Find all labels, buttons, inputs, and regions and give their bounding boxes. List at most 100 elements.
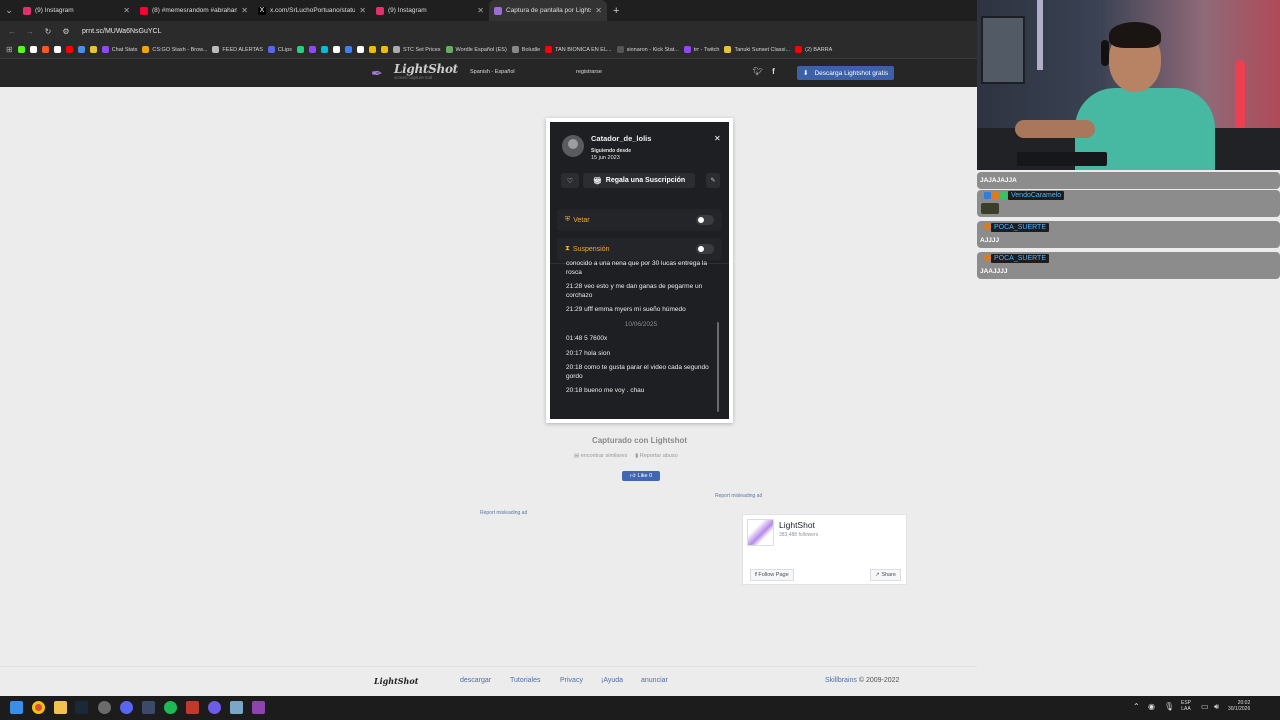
- footer-link-advertise[interactable]: anunciar: [641, 677, 668, 684]
- bookmark-item[interactable]: STC Set Prices: [392, 46, 441, 53]
- lightshot-logo[interactable]: ✒ LightShot screen capture tool: [371, 62, 458, 81]
- bookmark-item[interactable]: [17, 46, 25, 53]
- download-button[interactable]: ⬇ Descarga Lightshot gratis: [797, 66, 895, 80]
- chat-message: conocido a una nena que por 30 lucas ent…: [566, 260, 707, 276]
- kick-user-card: Catador_de_lolis Siguiendo desde 15 jun …: [550, 122, 729, 419]
- app-icon[interactable]: [186, 701, 199, 714]
- network-icon[interactable]: ▭: [1201, 702, 1209, 711]
- close-tab-icon[interactable]: ✕: [359, 6, 366, 15]
- app-icon[interactable]: [230, 701, 243, 714]
- bookmark-item[interactable]: [308, 46, 316, 53]
- microphone-icon[interactable]: 🎙︎: [1164, 702, 1174, 711]
- volume-icon[interactable]: 🔊︎: [1214, 702, 1219, 712]
- file-explorer-icon[interactable]: [54, 701, 67, 714]
- back-icon[interactable]: ←: [6, 27, 18, 36]
- footer-link-tutorials[interactable]: Tutoriales: [510, 677, 540, 684]
- following-label: Siguiendo desde: [591, 148, 632, 154]
- register-link[interactable]: registrarse: [576, 69, 602, 75]
- close-tab-icon[interactable]: ✕: [123, 6, 130, 15]
- bookmark-item[interactable]: (2) BARRA: [795, 46, 832, 53]
- clock[interactable]: 20:02 30/1/2026: [1228, 700, 1250, 712]
- bookmark-item[interactable]: Boludle: [511, 46, 540, 53]
- screenshot-image[interactable]: Catador_de_lolis Siguiendo desde 15 jun …: [546, 118, 733, 423]
- bookmark-favicon-icon: [445, 46, 453, 53]
- language-selector[interactable]: Spanish - Español: [470, 69, 515, 75]
- site-info-icon[interactable]: ⚙: [60, 27, 72, 36]
- bookmark-item[interactable]: [89, 46, 97, 53]
- bookmark-item[interactable]: [29, 46, 37, 53]
- browser-tab[interactable]: (9) Instagram ✕: [371, 0, 489, 21]
- close-tab-icon[interactable]: ✕: [241, 6, 248, 15]
- bookmark-item[interactable]: Wordle Español (ES): [445, 46, 507, 53]
- windows-start-icon[interactable]: [10, 701, 23, 714]
- bookmark-item[interactable]: [320, 46, 328, 53]
- language-indicator[interactable]: ESP LAA: [1181, 700, 1191, 712]
- fb-page-name[interactable]: LightShot: [779, 520, 815, 530]
- bookmark-item[interactable]: [77, 46, 85, 53]
- bookmark-item[interactable]: [296, 46, 304, 53]
- suspension-toggle: [696, 244, 714, 254]
- stream-chat-message: POCA_SUERTE AJJJJ: [977, 221, 1280, 248]
- chat-message: 21:29 ufff emma myers mi sueño húmedo: [566, 306, 686, 313]
- footer-link-help[interactable]: ¡Ayuda: [601, 677, 623, 684]
- steam-tray-icon[interactable]: ◉: [1148, 702, 1155, 711]
- bookmark-item[interactable]: TAN BIONICA EN EL...: [545, 46, 612, 53]
- bookmark-item[interactable]: [53, 46, 61, 53]
- report-abuse-link[interactable]: ▮ Reportar abuso: [635, 453, 677, 459]
- bookmark-item[interactable]: [380, 46, 388, 53]
- report-ad-link[interactable]: Report misleading ad: [480, 510, 527, 516]
- skillbrains-link[interactable]: Skillbrains: [825, 677, 857, 684]
- forward-icon[interactable]: →: [24, 27, 36, 36]
- tab-search-icon[interactable]: ⌄: [0, 0, 18, 21]
- chrome-icon[interactable]: [32, 701, 45, 714]
- spotify-icon[interactable]: [164, 701, 177, 714]
- close-tab-icon[interactable]: ✕: [477, 6, 484, 15]
- apps-icon[interactable]: ⊞: [6, 45, 13, 54]
- steam-icon[interactable]: [75, 701, 88, 714]
- bookmark-item[interactable]: Tanuki Sunset Classi...: [724, 46, 790, 53]
- bookmark-item[interactable]: [356, 46, 364, 53]
- emote-icon: [981, 203, 999, 214]
- bookmark-item[interactable]: CLips: [267, 46, 292, 53]
- facebook-like-button[interactable]: 👍︎ Like 0: [622, 471, 660, 481]
- browser-tab-active[interactable]: Captura de pantalla por Lightsh ✕: [489, 0, 607, 21]
- share-button[interactable]: ↗ Share: [870, 569, 901, 581]
- browser-tab[interactable]: X x.com/SrLuchoPortuano/status ✕: [253, 0, 371, 21]
- discord-icon[interactable]: [120, 701, 133, 714]
- bookmark-item[interactable]: [65, 46, 73, 53]
- bookmark-item[interactable]: [344, 46, 352, 53]
- social-links: 🐦︎ f: [753, 67, 775, 76]
- reload-icon[interactable]: ↻: [42, 27, 54, 36]
- bookmark-item[interactable]: Chat Stats: [101, 46, 137, 53]
- find-similar-link[interactable]: ▤ encontrar similares: [574, 453, 627, 459]
- new-tab-button[interactable]: +: [607, 5, 625, 17]
- bookmark-item[interactable]: FEED ALERTAS: [212, 46, 263, 53]
- twitter-icon[interactable]: 🐦︎: [753, 67, 763, 76]
- footer-link-privacy[interactable]: Privacy: [560, 677, 583, 684]
- bookmark-item[interactable]: [41, 46, 49, 53]
- badge-icon: [992, 192, 999, 199]
- footer-link-download[interactable]: descargar: [460, 677, 491, 684]
- bookmark-item[interactable]: [332, 46, 340, 53]
- bookmark-item[interactable]: trr - Twitch: [683, 46, 719, 53]
- lightshot-page-logo[interactable]: [747, 519, 774, 546]
- chevron-up-icon[interactable]: ⌃: [1133, 702, 1140, 711]
- bookmark-item[interactable]: [368, 46, 376, 53]
- app-icon[interactable]: [208, 701, 221, 714]
- footer-logo[interactable]: LightShot: [374, 676, 418, 686]
- report-ad-link[interactable]: Report misleading ad: [715, 493, 762, 499]
- app-icon[interactable]: [252, 701, 265, 714]
- app-icon[interactable]: [142, 701, 155, 714]
- browser-tab[interactable]: (8) #memesrandom #abraham ✕: [135, 0, 253, 21]
- facebook-icon[interactable]: f: [772, 67, 775, 76]
- copyright-years: © 2009-2022: [858, 677, 900, 684]
- browser-tab[interactable]: (9) Instagram ✕: [18, 0, 135, 21]
- follow-page-button[interactable]: f Follow Page: [750, 569, 794, 581]
- bookmarks-bar: ⊞ Chat Stats CS:GO Stash - Brow... FEED AL…: [0, 41, 977, 59]
- url-field[interactable]: prnt.sc/MUWa6NsGuYCL: [82, 28, 161, 35]
- close-tab-icon[interactable]: ✕: [595, 6, 602, 15]
- bookmark-item[interactable]: CS:GO Stash - Brow...: [142, 46, 207, 53]
- bookmark-item[interactable]: sionaron - Kick Stat...: [616, 46, 679, 53]
- obs-icon[interactable]: [98, 701, 111, 714]
- streamer-arm: [1015, 120, 1095, 138]
